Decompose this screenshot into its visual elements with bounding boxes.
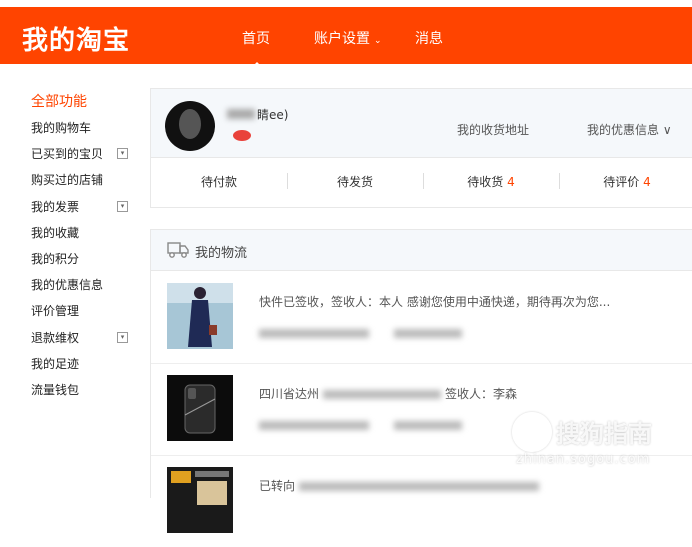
stat-label: 待收货: [467, 175, 504, 189]
stat-label: 待评价: [603, 175, 640, 189]
logistics-header: 我的物流: [151, 230, 692, 271]
product-thumbnail-phone-case[interactable]: [167, 375, 233, 441]
logistics-status: 快件已签收，签收人：本人 感谢您使用中通快递，期待再次为您...: [259, 293, 610, 310]
stat-count: 4: [507, 175, 515, 189]
sidebar-item-points[interactable]: 我的积分: [31, 249, 141, 275]
address-link[interactable]: 我的收货地址: [457, 121, 529, 138]
expand-icon[interactable]: ▾: [117, 148, 128, 160]
sidebar-item-cart[interactable]: 我的购物车: [31, 118, 141, 144]
stat-pending-payment[interactable]: 待付款: [151, 173, 287, 190]
redacted-text: [259, 329, 369, 338]
redacted-text: [323, 390, 442, 399]
redacted-text: [394, 421, 463, 430]
redacted-text: [299, 482, 540, 491]
logistics-status-text: 快件已签收，签收人：本人 感谢您使用中通快递，期待再次为您...: [259, 295, 611, 309]
logistics-prefix: 已转向: [259, 479, 296, 493]
sidebar-item-label: 退款维权: [31, 330, 80, 345]
sidebar-item-reviews[interactable]: 评价管理: [31, 301, 141, 327]
stat-label: 待发货: [336, 175, 373, 189]
sidebar-item-coupons[interactable]: 我的优惠信息: [31, 275, 141, 301]
expand-icon[interactable]: ▾: [117, 331, 128, 343]
profile-header: 睛ee) 我的收货地址 我的优惠信息 ∨: [151, 89, 692, 158]
stat-pending-review[interactable]: 待评价 4: [559, 173, 692, 190]
redacted-text: [394, 329, 463, 338]
truck-icon: [167, 242, 189, 258]
logistics-detail-redacted: [259, 323, 463, 338]
sidebar-item-label: 已买到的宝贝: [31, 147, 104, 162]
sidebar-item-refunds[interactable]: 退款维权 ▾: [31, 328, 141, 354]
redacted-text: [259, 421, 369, 430]
product-thumbnail-coat[interactable]: [167, 283, 233, 349]
sidebar-item-favorites[interactable]: 我的收藏: [31, 223, 141, 249]
logistics-detail-redacted: [259, 415, 463, 430]
logo[interactable]: 我的淘宝: [22, 20, 130, 57]
avatar[interactable]: [165, 101, 215, 151]
logistics-status: 四川省达州 签收人：李森: [259, 385, 517, 402]
logistics-title: 我的物流: [195, 246, 248, 261]
nav-account-settings[interactable]: 账户设置 ⌄: [314, 28, 382, 48]
sidebar-item-invoices[interactable]: 我的发票 ▾: [31, 197, 141, 223]
sogou-logo-icon: [512, 412, 552, 452]
logistics-prefix: 四川省达州: [259, 387, 320, 401]
sidebar-item-data-wallet[interactable]: 流量钱包: [31, 380, 141, 406]
sidebar: 全部功能 我的购物车 已买到的宝贝 ▾ 购买过的店铺 我的发票 ▾ 我的收藏 我的积…: [31, 92, 141, 406]
logistics-row[interactable]: 已转向: [151, 455, 692, 547]
sidebar-item-purchased[interactable]: 已买到的宝贝 ▾: [31, 144, 141, 170]
profile-panel: 睛ee) 我的收货地址 我的优惠信息 ∨ 待付款 待发货 待收货 4 待评价 4: [150, 88, 692, 208]
nav-messages[interactable]: 消息: [415, 28, 443, 48]
stat-pending-receipt[interactable]: 待收货 4: [423, 173, 559, 190]
weibo-icon[interactable]: [233, 130, 251, 141]
stat-label: 待付款: [200, 175, 237, 189]
sidebar-item-footprints[interactable]: 我的足迹: [31, 354, 141, 380]
logistics-status: 已转向: [259, 477, 540, 494]
watermark-url: zhinan.sogou.com: [516, 452, 651, 467]
sidebar-item-label: 我的发票: [31, 199, 80, 214]
product-thumbnail-package[interactable]: [167, 467, 233, 533]
sidebar-heading[interactable]: 全部功能: [31, 92, 141, 118]
stat-count: 4: [643, 175, 651, 189]
username-redacted: [227, 109, 255, 119]
username[interactable]: 睛ee): [257, 106, 288, 123]
chevron-down-icon: ⌄: [374, 36, 382, 46]
sidebar-item-shops[interactable]: 购买过的店铺: [31, 170, 141, 196]
nav-home[interactable]: 首页: [242, 28, 270, 48]
nav-account-settings-label: 账户设置: [314, 31, 370, 47]
logistics-row[interactable]: 快件已签收，签收人：本人 感谢您使用中通快递，期待再次为您...: [151, 271, 692, 364]
expand-icon[interactable]: ▾: [117, 200, 128, 212]
top-bar: 我的淘宝 首页 账户设置 ⌄ 消息: [0, 7, 692, 69]
stat-pending-shipment[interactable]: 待发货: [287, 173, 423, 190]
active-nav-indicator: [250, 62, 264, 69]
logistics-suffix: 签收人：李森: [445, 387, 518, 401]
watermark-text: 搜狗指南: [556, 420, 652, 448]
coupon-link[interactable]: 我的优惠信息 ∨: [587, 121, 672, 138]
